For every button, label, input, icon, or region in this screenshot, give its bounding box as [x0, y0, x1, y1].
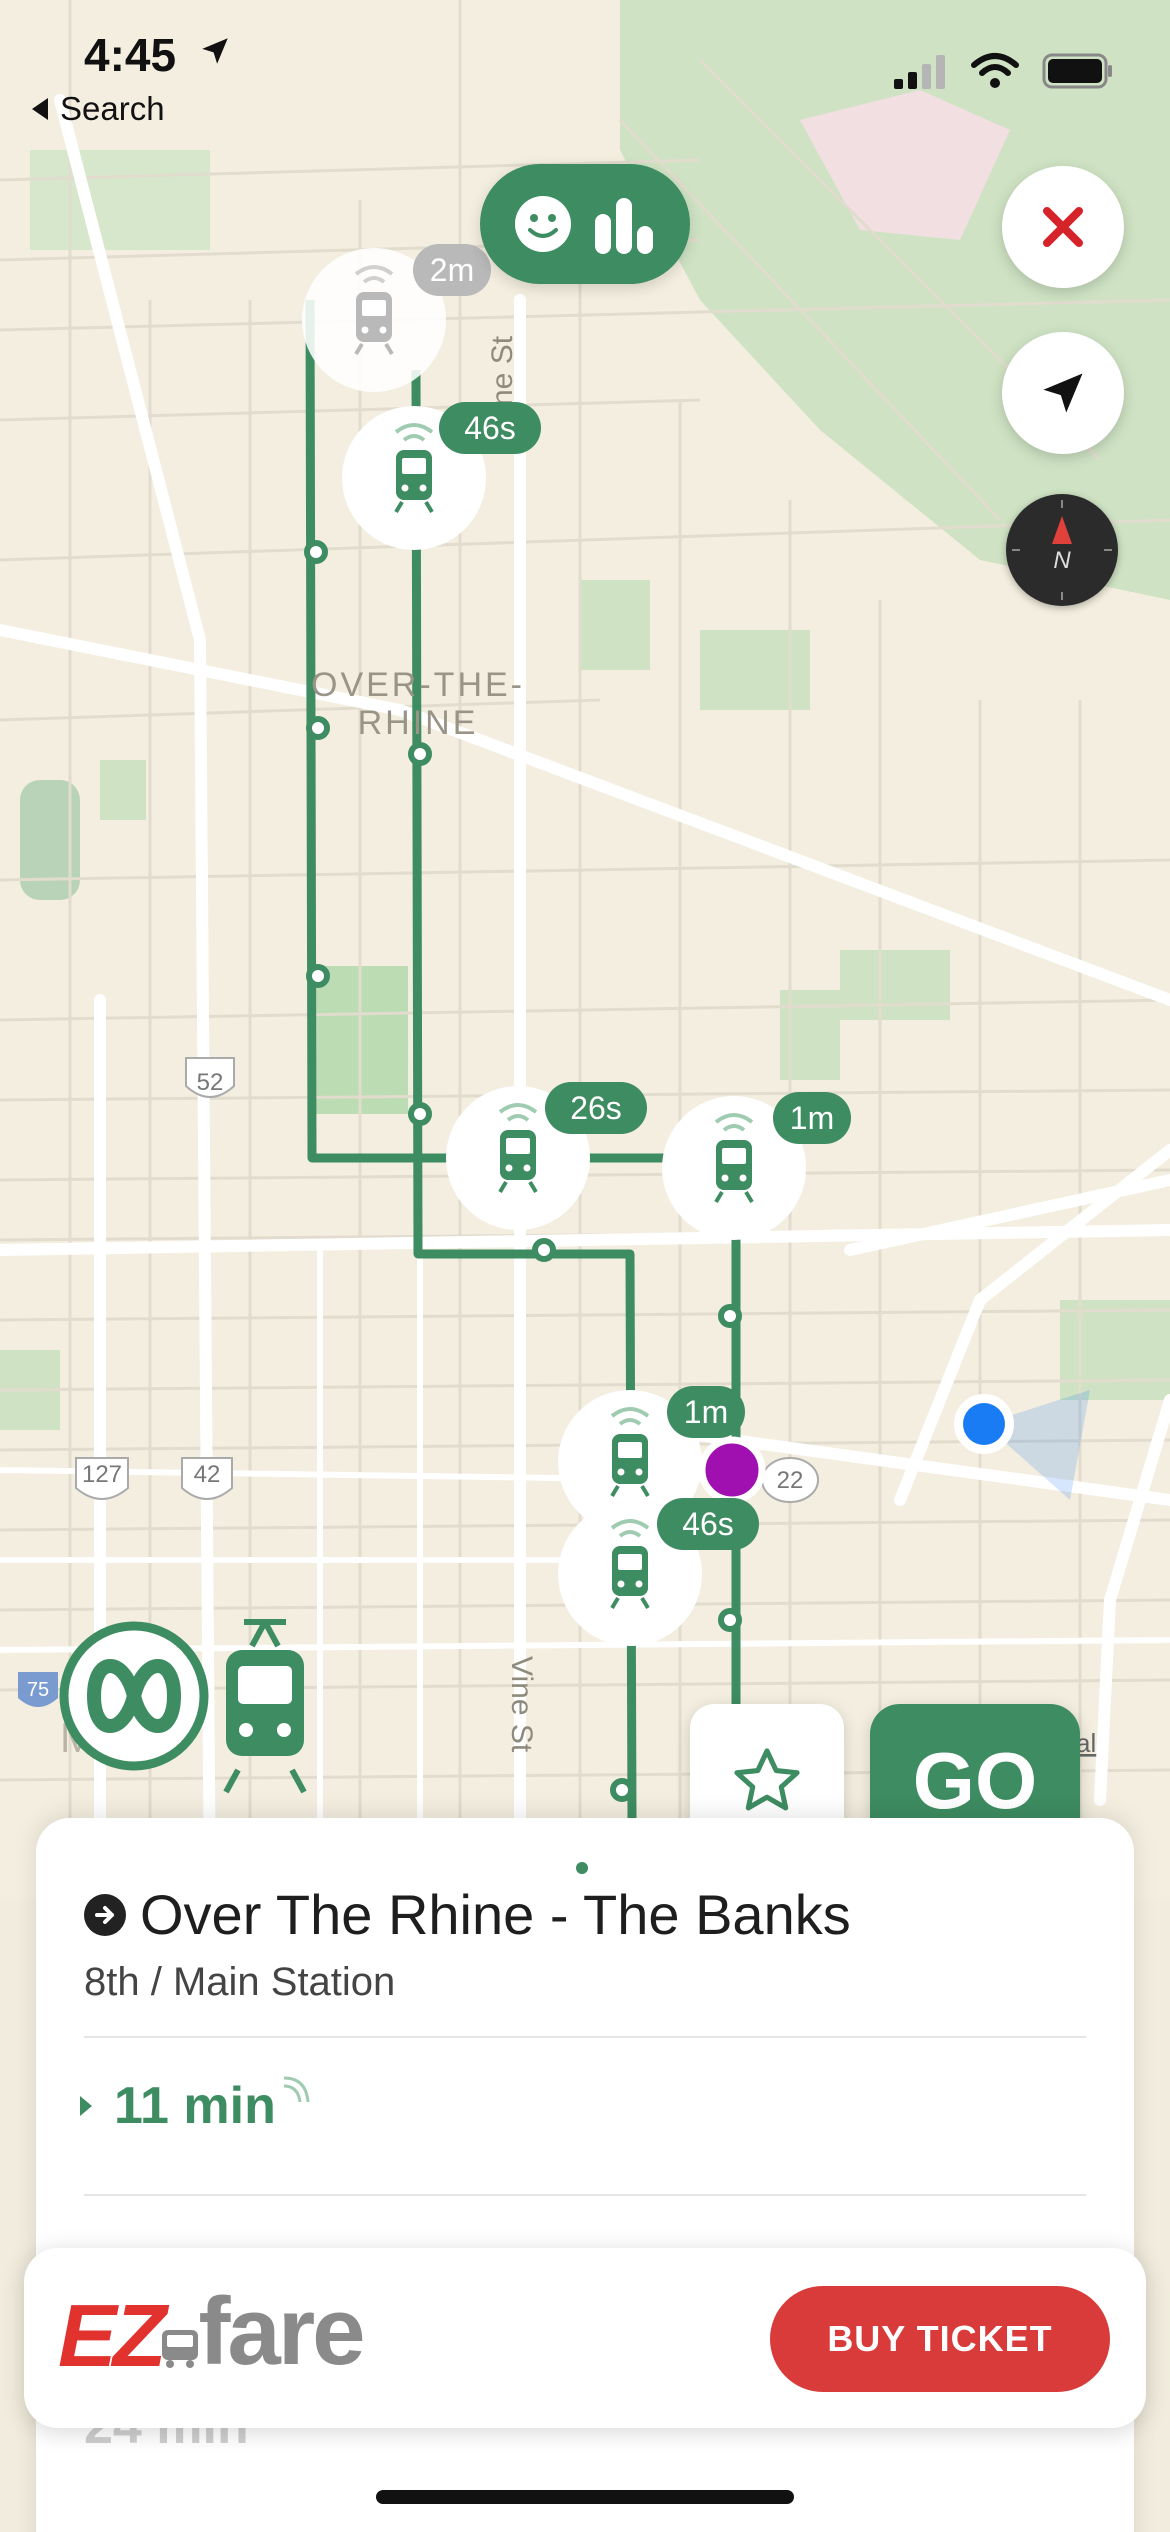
- buy-ticket-button[interactable]: BUY TICKET: [770, 2286, 1110, 2392]
- eta-badge: 26s: [545, 1082, 647, 1134]
- station-name: 8th / Main Station: [84, 1960, 396, 2004]
- expand-arrow-icon: [80, 2096, 92, 2116]
- eta-badge-label: 26s: [570, 1090, 622, 1126]
- battery-icon: [1042, 53, 1112, 89]
- back-chevron-icon: [32, 98, 48, 120]
- eta-badge: 2m: [413, 244, 491, 296]
- eta-badge-label: 46s: [682, 1506, 734, 1542]
- route-direction-icon: [84, 1893, 126, 1936]
- svg-text:127: 127: [82, 1461, 122, 1488]
- eta-badge-label: 2m: [430, 252, 474, 288]
- svg-text:52: 52: [197, 1069, 224, 1096]
- compass-icon: N: [1012, 500, 1112, 600]
- star-icon: [734, 1748, 800, 1811]
- street-label-vine-bottom: Vine St: [505, 1656, 538, 1753]
- cincy-bell-logo: [59, 1621, 209, 1771]
- status-bar: 4:45 Search: [0, 0, 1170, 140]
- selected-stop-marker[interactable]: [698, 1436, 766, 1504]
- bar-chart-icon: [595, 198, 653, 254]
- svg-text:22: 22: [777, 1467, 804, 1494]
- svg-text:N: N: [1053, 547, 1071, 574]
- app-screen: OVER-THE- RHINE ne St Vine St 52 127 42 …: [0, 0, 1170, 2532]
- ezfare-logo: EZ fare: [58, 2278, 366, 2385]
- locate-me-button[interactable]: [1002, 332, 1124, 454]
- eta-badge: 1m: [773, 1092, 851, 1144]
- compass[interactable]: N: [1006, 494, 1118, 606]
- neighborhood-label: OVER-THE-: [311, 666, 525, 704]
- arrival-row[interactable]: 11 min: [80, 2076, 310, 2136]
- map-view[interactable]: OVER-THE- RHINE ne St Vine St 52 127 42 …: [0, 0, 1170, 1900]
- route-title: Over The Rhine - The Banks: [84, 1882, 851, 1947]
- home-indicator: [376, 2490, 794, 2504]
- svg-text:42: 42: [194, 1461, 221, 1488]
- wifi-icon: [971, 53, 1019, 88]
- svg-text:75: 75: [27, 1679, 49, 1701]
- eta-badge-label: 1m: [790, 1100, 834, 1136]
- smiley-icon: [515, 196, 571, 252]
- arrival-time: 11 min: [114, 2077, 276, 2135]
- close-button[interactable]: [1002, 166, 1124, 288]
- divider: [84, 2194, 1086, 2196]
- close-icon: [1043, 207, 1083, 247]
- eta-badge: 46s: [657, 1498, 759, 1550]
- navigation-arrow-icon: [1043, 373, 1083, 413]
- eta-badge-label: 46s: [464, 410, 516, 446]
- neighborhood-label-2: RHINE: [358, 704, 479, 742]
- cellular-signal-icon: [894, 55, 945, 89]
- ezfare-logo-fare: fare: [198, 2278, 365, 2385]
- eta-badge: 1m: [667, 1386, 745, 1438]
- location-arrow-icon: [202, 38, 228, 64]
- route-name: Over The Rhine - The Banks: [140, 1883, 851, 1946]
- status-icons: [892, 52, 1114, 90]
- divider: [84, 2036, 1086, 2038]
- eta-badge-label: 1m: [684, 1394, 728, 1430]
- street-label-vine-top: ne St: [486, 335, 519, 406]
- bus-icon: [162, 2330, 199, 2368]
- ezfare-logo-ez: EZ: [58, 2286, 166, 2385]
- back-label: Search: [60, 90, 165, 127]
- ezfare-bar[interactable]: EZ fare BUY TICKET: [24, 2248, 1146, 2428]
- back-to-search-link[interactable]: Search: [32, 90, 165, 128]
- eta-badge: 46s: [439, 402, 541, 454]
- realtime-signal-icon: [283, 2076, 310, 2103]
- drag-handle[interactable]: [576, 1862, 588, 1874]
- status-time: 4:45: [84, 29, 177, 81]
- feedback-button[interactable]: [480, 164, 690, 284]
